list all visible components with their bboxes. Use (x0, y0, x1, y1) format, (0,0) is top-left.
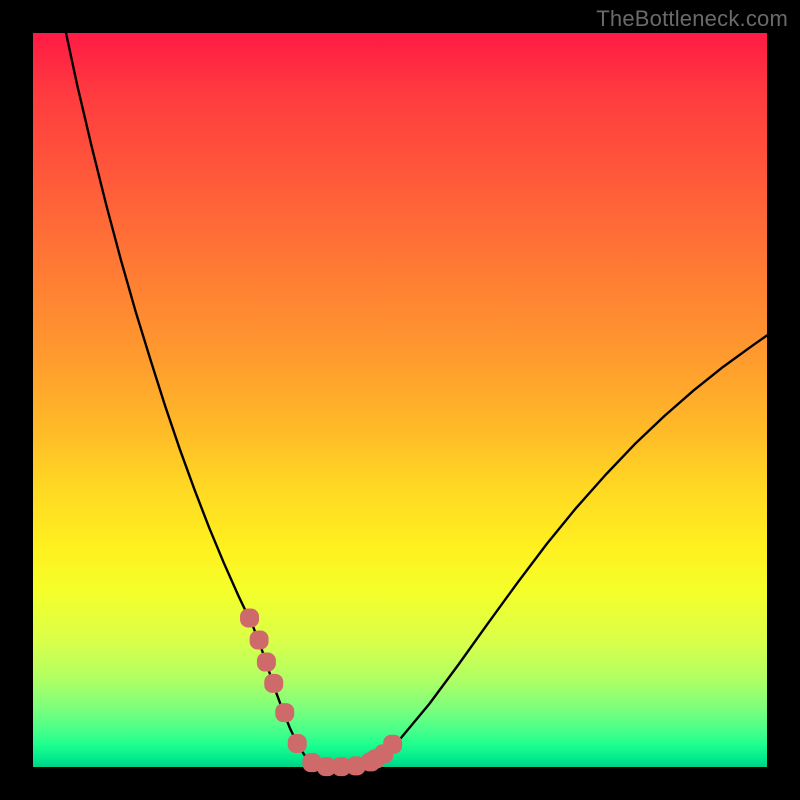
highlight-marker (288, 734, 307, 753)
highlight-marker (264, 674, 283, 693)
bottleneck-curve-line (66, 33, 767, 767)
highlight-marker (383, 735, 402, 754)
watermark-label: TheBottleneck.com (596, 6, 788, 32)
highlight-markers (240, 609, 402, 777)
highlight-marker (257, 653, 276, 672)
outer-frame: TheBottleneck.com (0, 0, 800, 800)
highlight-marker (240, 609, 259, 628)
highlight-marker (250, 631, 269, 650)
highlight-marker (275, 703, 294, 722)
chart-overlay (33, 33, 767, 767)
